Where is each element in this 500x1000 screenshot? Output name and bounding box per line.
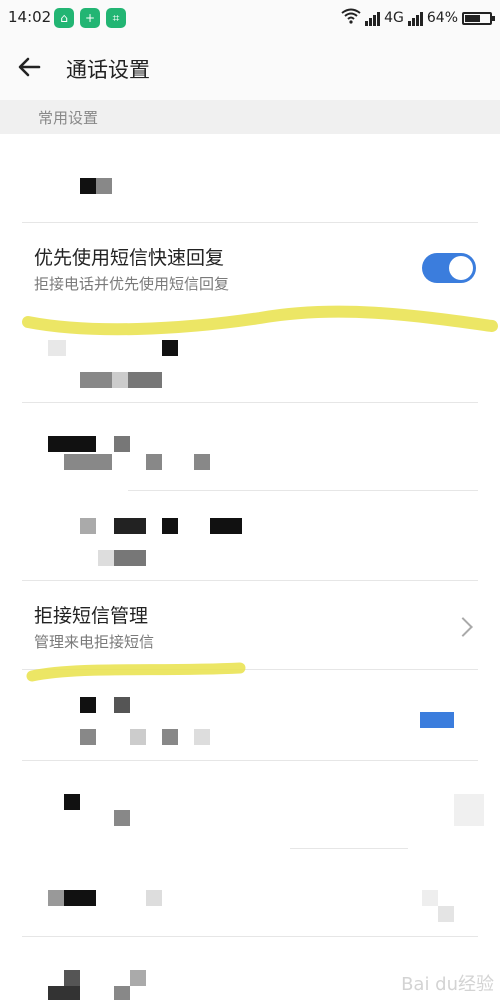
divider	[290, 848, 408, 849]
watermark: Bai du经验	[401, 974, 494, 995]
divider	[22, 936, 478, 937]
obscured-text	[114, 986, 130, 1000]
divider	[22, 669, 478, 670]
obscured-text	[64, 454, 112, 470]
obscured-text	[114, 518, 146, 534]
obscured-text	[48, 986, 80, 1000]
status-indicators: 4G 64%	[341, 8, 495, 28]
obscured-text	[194, 729, 210, 745]
obscured-text	[162, 729, 178, 745]
obscured-text	[96, 178, 112, 194]
obscured-text	[80, 178, 96, 194]
obscured-text	[80, 697, 96, 713]
setting-subtitle: 管理来电拒接短信	[34, 633, 155, 651]
obscured-text	[162, 340, 178, 356]
obscured-text	[80, 518, 96, 534]
obscured-text	[64, 970, 80, 986]
section-label: 常用设置	[38, 109, 99, 127]
obscured-text	[98, 550, 114, 566]
status-time: 14:02	[8, 8, 52, 26]
setting-sms-quick-reply[interactable]: 优先使用短信快速回复 拒接电话并优先使用短信回复	[0, 223, 500, 311]
obscured-text	[64, 794, 80, 810]
toggle-knob	[449, 256, 473, 280]
obscured-text	[162, 518, 178, 534]
obscured-text	[64, 890, 96, 906]
obscured-text	[194, 454, 210, 470]
highlight-annotation	[22, 305, 498, 682]
obscured-toggle	[420, 712, 454, 728]
chevron-right-icon	[453, 617, 473, 637]
obscured-text	[146, 454, 162, 470]
obscured-text	[48, 890, 64, 906]
setting-reject-sms-management[interactable]: 拒接短信管理 管理来电拒接短信	[0, 581, 500, 669]
divider	[22, 760, 478, 761]
app-a-icon: ⌂	[54, 8, 74, 28]
obscured-text	[210, 518, 242, 534]
obscured-text	[422, 890, 438, 906]
obscured-text	[128, 372, 162, 388]
divider	[22, 402, 478, 403]
obscured-text	[114, 810, 130, 826]
obscured-text	[146, 890, 162, 906]
network-type: 4G	[384, 10, 404, 26]
setting-title: 拒接短信管理	[34, 605, 149, 627]
battery-icon	[462, 11, 495, 25]
setting-title: 优先使用短信快速回复	[34, 247, 225, 269]
obscured-text	[438, 906, 454, 922]
obscured-text	[48, 340, 66, 356]
obscured-text	[114, 697, 130, 713]
signal-icon-2	[407, 10, 423, 26]
obscured-text	[80, 729, 96, 745]
divider	[128, 490, 478, 491]
battery-percent: 64%	[426, 10, 458, 26]
status-bar: 14:02 ⌂ + ⌗ 4G 64%	[0, 0, 500, 36]
app-bar: 通话设置	[0, 36, 500, 101]
arrow-left-icon[interactable]	[14, 52, 50, 84]
app-b-icon: +	[80, 8, 100, 28]
obscured-text	[114, 436, 130, 452]
obscured-text	[130, 729, 146, 745]
obscured-text	[114, 550, 146, 566]
signal-icon	[365, 10, 381, 26]
scan-icon: ⌗	[106, 8, 126, 28]
obscured-text	[130, 970, 146, 986]
wifi-icon	[341, 8, 361, 28]
obscured-text	[112, 372, 128, 388]
obscured-text	[48, 436, 96, 452]
sms-quick-reply-toggle[interactable]	[422, 253, 476, 283]
page-title: 通话设置	[66, 58, 150, 82]
obscured-text	[80, 372, 112, 388]
setting-subtitle: 拒接电话并优先使用短信回复	[34, 275, 230, 293]
section-header: 常用设置	[0, 100, 500, 134]
obscured-text	[454, 794, 484, 826]
